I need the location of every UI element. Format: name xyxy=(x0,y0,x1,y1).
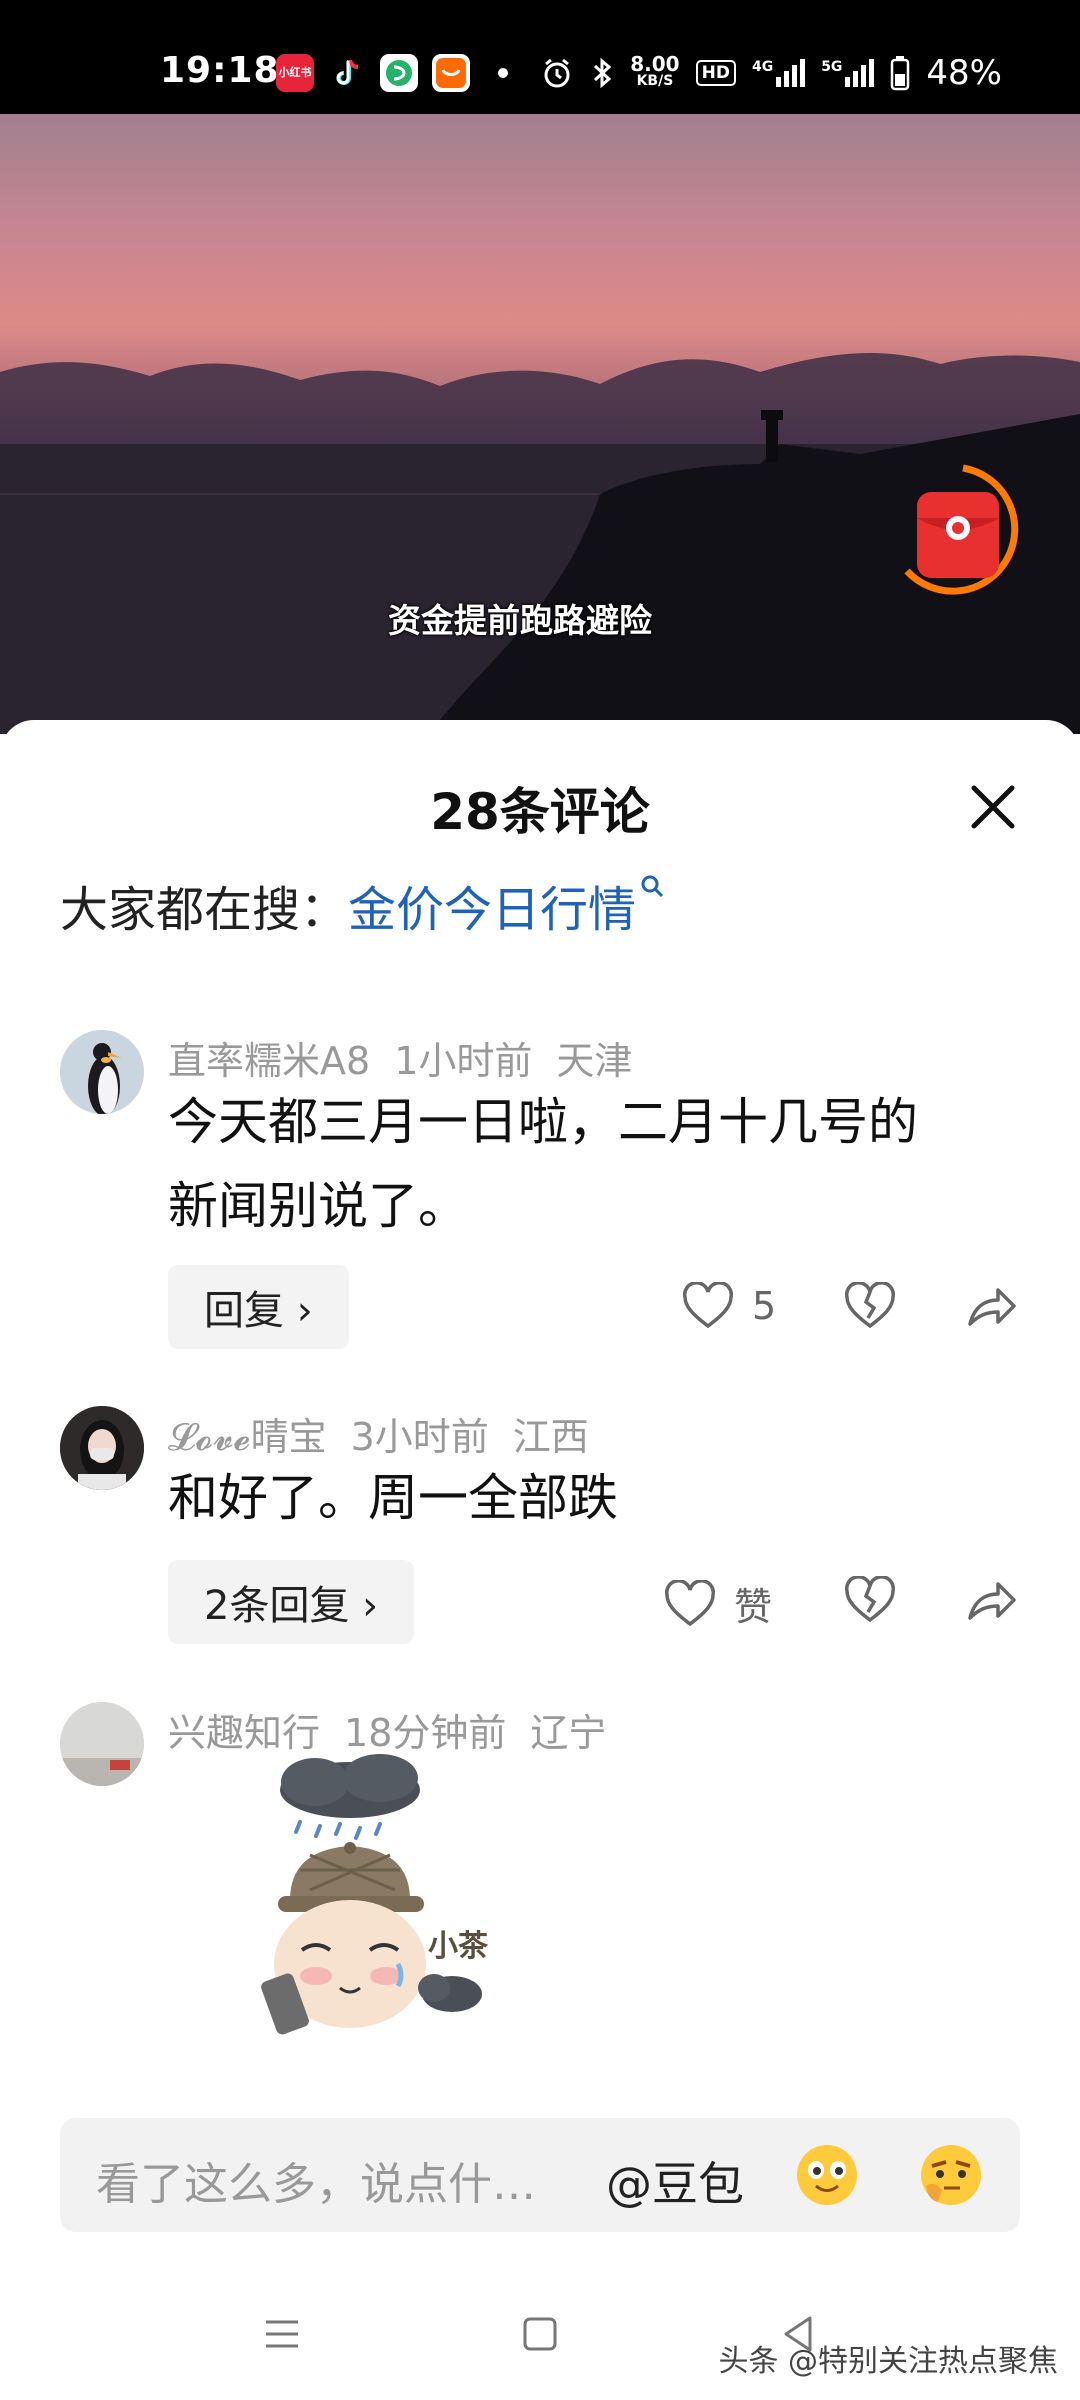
battery-icon xyxy=(891,56,910,91)
signal-5g-icon: 5G xyxy=(821,59,875,87)
sticker-image[interactable]: 小茶 xyxy=(220,1750,540,2080)
comment-time: 3小时前 xyxy=(350,1415,489,1459)
at-doubao-button[interactable]: @豆包 xyxy=(606,2148,744,2214)
comment-username[interactable]: 直率糯米A8 xyxy=(168,1039,370,1083)
tiktok-icon xyxy=(328,54,366,92)
comment-input-placeholder[interactable]: 看了这么多，说点什… xyxy=(96,2148,536,2212)
penguin-avatar-image xyxy=(60,1030,144,1114)
trending-searches: 大家都在搜： 金价今日行情 xyxy=(60,870,666,940)
menu-icon[interactable] xyxy=(262,2314,302,2354)
battery-percent: 48% xyxy=(926,53,1002,93)
comment-text: 今天都三月一日啦，二月十几号的 新闻别说了。 xyxy=(168,1093,918,1235)
sticker-text: 小茶 xyxy=(428,1929,489,1964)
like-button[interactable]: 赞 xyxy=(664,1576,772,1631)
close-icon[interactable] xyxy=(966,780,1020,834)
comment-input-bar[interactable]: 看了这么多，说点什… @豆包 xyxy=(60,2118,1020,2232)
trending-query-link[interactable]: 金价今日行情 xyxy=(348,870,666,940)
comment-meta: 兴趣知行 18分钟前 辽宁 xyxy=(168,1702,630,1757)
xiaohongshu-icon: 小红书 xyxy=(276,54,314,92)
like-count: 5 xyxy=(752,1284,777,1328)
net-speed: 8.00 KB/S xyxy=(630,52,680,89)
dislike-icon[interactable] xyxy=(844,1576,896,1624)
status-right: 8.00 KB/S HD 4G 5G 48% xyxy=(540,50,1002,96)
comment-meta: 直率糯米A8 1小时前 天津 xyxy=(168,1030,656,1085)
comment-username[interactable]: 兴趣知行 xyxy=(168,1711,320,1755)
comment-location: 辽宁 xyxy=(530,1711,607,1755)
smile-emoji-icon[interactable] xyxy=(794,2142,860,2208)
status-bar: 19:18 小红书 8.00 KB/S HD 4G 5G 48% xyxy=(0,0,1080,114)
video-player[interactable]: 资金提前跑路避险 xyxy=(0,114,1080,734)
video-subtitle: 资金提前跑路避险 xyxy=(388,601,652,640)
notification-dot-icon xyxy=(498,68,508,78)
red-packet-icon[interactable] xyxy=(893,456,1033,614)
hd-badge: HD xyxy=(695,60,736,86)
avatar[interactable] xyxy=(60,1406,144,1490)
trending-prefix: 大家都在搜： xyxy=(60,882,349,938)
girl-avatar-image xyxy=(60,1406,144,1490)
share-icon[interactable] xyxy=(966,1282,1018,1330)
comment-meta: 𝓛𝓸𝓿𝓮晴宝 3小时前 江西 xyxy=(168,1406,613,1461)
comments-title: 28条评论 xyxy=(430,783,650,841)
share-icon[interactable] xyxy=(966,1576,1018,1624)
status-time: 19:18 xyxy=(160,50,280,91)
comment-time: 18分钟前 xyxy=(344,1711,507,1755)
like-button[interactable]: 5 xyxy=(682,1282,776,1330)
comment-username[interactable]: 𝓛𝓸𝓿𝓮晴宝 xyxy=(168,1415,327,1459)
comment-location: 江西 xyxy=(512,1415,589,1459)
reply-button[interactable]: 回复 › xyxy=(168,1265,349,1349)
heart-icon xyxy=(664,1579,716,1626)
bluetooth-icon xyxy=(594,57,612,89)
comment-text: 和好了。周一全部跌 xyxy=(168,1469,618,1527)
search-icon xyxy=(641,875,664,898)
heart-icon xyxy=(682,1282,734,1329)
alarm-icon xyxy=(544,58,570,88)
green-app-icon xyxy=(380,54,418,92)
like-label: 赞 xyxy=(734,1585,773,1629)
avatar[interactable] xyxy=(60,1702,144,1786)
room-avatar-image xyxy=(60,1702,144,1786)
taobao-icon xyxy=(432,54,470,92)
view-replies-button[interactable]: 2条回复 › xyxy=(168,1560,415,1644)
watermark: 头条 @特别关注热点聚焦 xyxy=(718,2344,1058,2379)
comment-time: 1小时前 xyxy=(394,1039,533,1083)
comment-item: 兴趣知行 18分钟前 辽宁 小茶 xyxy=(0,1702,1080,2080)
dislike-icon[interactable] xyxy=(844,1282,896,1330)
thinking-emoji-icon[interactable] xyxy=(918,2142,984,2208)
signal-4g-icon: 4G xyxy=(752,59,806,87)
comment-location: 天津 xyxy=(556,1039,633,1083)
avatar[interactable] xyxy=(60,1030,144,1114)
home-icon[interactable] xyxy=(520,2314,560,2354)
